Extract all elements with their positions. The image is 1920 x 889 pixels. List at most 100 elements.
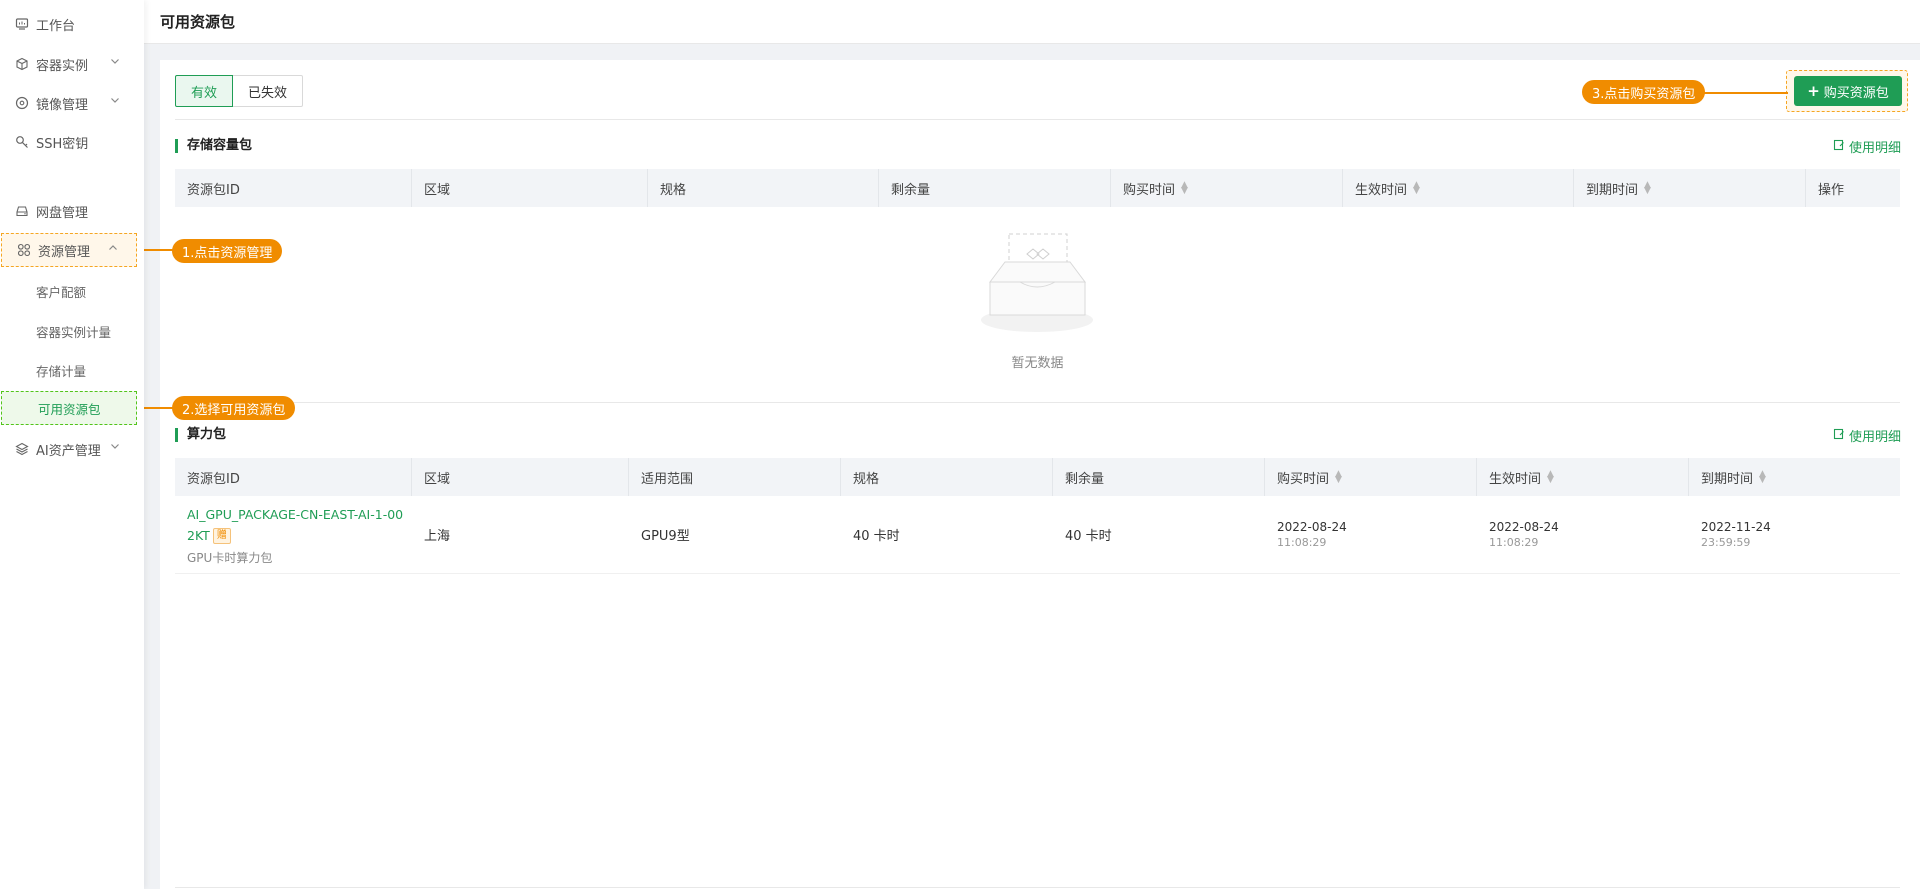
page-title: 可用资源包: [160, 13, 236, 31]
column-header-sortable[interactable]: 到期时间 ▲ ▼: [1574, 169, 1806, 207]
sidebar-subitem-available-packages[interactable]: 可用资源包: [1, 391, 137, 425]
sidebar-item-containers[interactable]: 容器实例: [0, 47, 138, 81]
sidebar-subitem-label: 客户配额: [36, 284, 87, 300]
divider: [175, 119, 1900, 120]
table-row: AI_GPU_PACKAGE-CN-EAST-AI-1-00 2KT 赠 GPU卡…: [175, 496, 1900, 574]
column-header-label: 生效时间: [1489, 471, 1542, 487]
detail-link-label: 使用明细: [1848, 430, 1901, 445]
sort-icon: ▲ ▼: [1335, 469, 1342, 485]
sidebar-subitem-label: 容器实例计量: [36, 324, 112, 340]
column-header: 操作: [1818, 182, 1845, 198]
sidebar-item-resource-management[interactable]: 资源管理: [1, 233, 137, 267]
sidebar-subitem-label: 可用资源包: [38, 401, 101, 417]
sidebar-subitem-container-metering[interactable]: 容器实例计量: [0, 314, 138, 348]
callout-step2: 2.选择可用资源包: [172, 396, 296, 420]
column-header-label: 购买时间: [1277, 471, 1330, 487]
disc-icon: [14, 95, 30, 111]
tab-valid[interactable]: 有效: [175, 75, 234, 107]
package-id-link[interactable]: AI_GPU_PACKAGE-CN-EAST-AI-1-00 2KT 赠: [187, 504, 412, 546]
remaining-cell: 40 卡时: [1065, 529, 1112, 544]
sidebar-item-netdisk[interactable]: 网盘管理: [0, 194, 138, 228]
sidebar-item-images[interactable]: 镜像管理: [0, 86, 138, 120]
column-header: 资源包ID: [175, 458, 412, 496]
column-header-label: 生效时间: [1355, 182, 1408, 198]
package-id-line2: 2KT: [187, 527, 210, 543]
sidebar-subitem-storage-metering[interactable]: 存储计量: [0, 353, 138, 387]
key-icon: [14, 134, 30, 150]
column-header-sortable[interactable]: 生效时间 ▲ ▼: [1343, 169, 1574, 207]
column-header: 规格: [648, 169, 879, 207]
plus-icon: +: [1807, 82, 1820, 100]
divider: [175, 887, 1900, 888]
start-time-cell: 2022-08-24 11:08:29: [1477, 496, 1689, 573]
sidebar-item-label: AI资产管理: [36, 443, 101, 459]
status-tabs: 有效 已失效: [175, 75, 304, 107]
buy-package-button[interactable]: + 购买资源包: [1794, 76, 1902, 106]
column-header-sortable[interactable]: 生效时间 ▲ ▼: [1477, 458, 1689, 496]
package-id-cell: AI_GPU_PACKAGE-CN-EAST-AI-1-00 2KT 赠 GPU卡…: [175, 496, 412, 573]
sidebar-item-ai-assets[interactable]: AI资产管理: [0, 432, 138, 466]
sidebar-item-label: 工作台: [36, 18, 76, 34]
end-date: 2022-11-24: [1701, 520, 1771, 534]
chevron-down-icon: [110, 441, 120, 454]
scope-cell: GPU9型: [641, 529, 690, 544]
chevron-down-icon: [110, 95, 120, 108]
chevron-up-icon: [108, 243, 118, 256]
buy-button-highlight: + 购买资源包: [1786, 70, 1908, 112]
storage-table-header: 资源包ID 区域 规格 剩余量 购买时间 ▲ ▼ 生效时间 ▲ ▼ 到期时间 ▲ ▼ …: [175, 169, 1900, 207]
sidebar-item-label: 容器实例: [36, 58, 89, 74]
sidebar-item-label: 网盘管理: [36, 205, 89, 221]
compute-usage-detail-link[interactable]: 使用明细: [1833, 426, 1901, 445]
sidebar-subitem-customer-quota[interactable]: 客户配额: [0, 274, 138, 308]
sort-icon: ▲ ▼: [1547, 469, 1554, 485]
column-header-sortable[interactable]: 购买时间 ▲ ▼: [1111, 169, 1343, 207]
sidebar-item-ssh-keys[interactable]: SSH密钥: [0, 125, 138, 159]
spec-cell: 40 卡时: [853, 529, 900, 544]
storage-usage-detail-link[interactable]: 使用明细: [1833, 137, 1901, 156]
sort-icon: ▲ ▼: [1759, 469, 1766, 485]
end-time-cell: 2022-11-24 23:59:59: [1689, 496, 1900, 573]
column-header: 区域: [412, 169, 648, 207]
sidebar-item-label: SSH密钥: [36, 136, 89, 152]
callout-step1: 1.点击资源管理: [172, 239, 283, 263]
column-header-sortable[interactable]: 购买时间 ▲ ▼: [1265, 458, 1477, 496]
document-icon: [1833, 428, 1845, 444]
detail-link-label: 使用明细: [1848, 141, 1901, 156]
column-header: 适用范围: [629, 458, 841, 496]
sidebar-item-label: 资源管理: [38, 244, 91, 260]
layers-icon: [14, 441, 30, 457]
document-icon: [1833, 139, 1845, 155]
buy-package-label: 购买资源包: [1823, 85, 1889, 101]
callout-connector: [1700, 92, 1788, 94]
column-header: 剩余量: [879, 169, 1111, 207]
region-cell: 上海: [424, 529, 451, 544]
start-date: 2022-08-24: [1489, 520, 1559, 534]
drive-icon: [14, 203, 30, 219]
grid-icon: [16, 242, 32, 258]
callout-step3: 3.点击购买资源包: [1582, 80, 1706, 104]
sidebar-subitem-label: 存储计量: [36, 363, 87, 379]
sidebar-item-label: 镜像管理: [36, 97, 89, 113]
column-header-label: 到期时间: [1701, 471, 1754, 487]
sidebar-item-workbench[interactable]: 工作台: [0, 7, 138, 41]
empty-box-icon: [981, 233, 1093, 332]
monitor-icon: [14, 16, 30, 32]
buy-time: 11:08:29: [1277, 536, 1327, 549]
section-title-storage: 存储容量包: [175, 139, 252, 153]
end-time: 23:59:59: [1701, 536, 1751, 549]
gift-badge: 赠: [212, 528, 231, 544]
sidebar: 工作台 容器实例 镜像管理 SSH密钥 网盘管理 资源管理 客户配额 容器实例计…: [0, 0, 144, 889]
page-header: 可用资源包: [144, 0, 1920, 44]
sort-icon: ▲ ▼: [1181, 180, 1188, 196]
sort-icon: ▲ ▼: [1413, 180, 1420, 196]
column-header: 剩余量: [1053, 458, 1265, 496]
tab-expired[interactable]: 已失效: [233, 75, 304, 107]
sort-icon: ▲ ▼: [1644, 180, 1651, 196]
column-header: 区域: [412, 458, 629, 496]
buy-date: 2022-08-24: [1277, 520, 1347, 534]
column-header-label: 到期时间: [1586, 182, 1639, 198]
empty-state: 暂无数据: [975, 230, 1100, 371]
section-title-compute: 算力包: [175, 428, 226, 442]
column-header-sortable[interactable]: 到期时间 ▲ ▼: [1689, 458, 1900, 496]
chevron-down-icon: [110, 56, 120, 69]
